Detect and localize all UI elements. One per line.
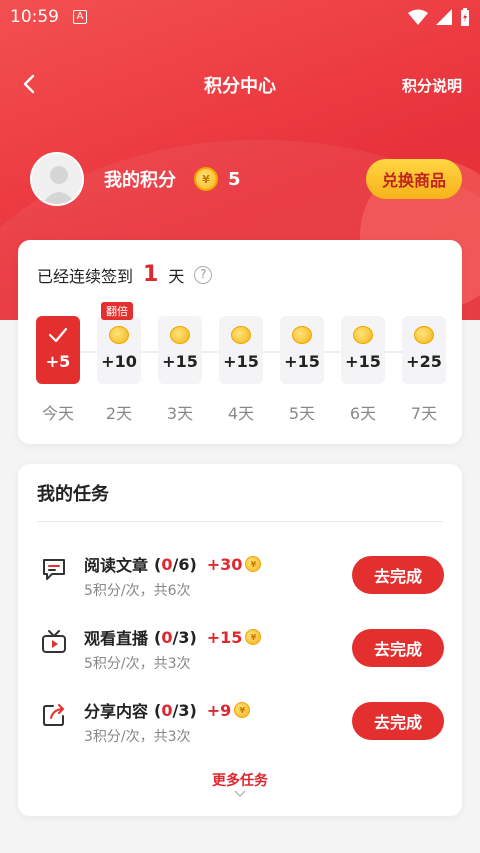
signal-icon <box>436 9 452 25</box>
day-points: +10 <box>101 352 137 371</box>
wifi-icon <box>408 9 428 25</box>
avatar[interactable] <box>30 152 84 206</box>
day-points: +15 <box>162 352 198 371</box>
tasks-title: 我的任务 <box>37 484 109 505</box>
checkin-header: 已经连续签到 1 天 ? <box>37 262 213 287</box>
task-reward: +15 <box>206 627 243 647</box>
coin-icon: ¥ <box>194 167 218 191</box>
notification-icon: A <box>73 10 87 24</box>
day-points: +15 <box>223 352 259 371</box>
coin-stack-icon <box>231 326 251 344</box>
coin-icon: ¥ <box>234 702 251 718</box>
day-box-3[interactable]: +15 <box>158 316 202 384</box>
day-box-5[interactable]: +15 <box>280 316 324 384</box>
user-silhouette-icon <box>32 154 82 204</box>
task-done-count: 0 <box>161 554 173 574</box>
coin-stack-icon <box>414 326 434 344</box>
day-label: 2天 <box>105 404 133 423</box>
share-icon <box>43 704 64 726</box>
task-description: 3积分/次，共3次 <box>84 729 191 745</box>
task-progress: (0/3) <box>154 700 197 720</box>
day-points: +5 <box>45 352 71 371</box>
task-row-watch-live: 观看直播 (0/3) +15 ¥ 5积分/次，共3次 去完成 <box>18 619 462 679</box>
day-points: +15 <box>345 352 381 371</box>
tasks-card: 我的任务 阅读文章 (0/6) +30 ¥ 5积分/次，共6次 去完成 观看直播… <box>18 464 462 816</box>
checkin-days-count: 1 <box>143 262 159 287</box>
coin-stack-icon <box>170 326 190 344</box>
top-nav: 积分中心 积分说明 <box>0 62 480 106</box>
double-badge: 翻倍 <box>101 302 133 320</box>
task-reward: +30 <box>206 554 243 574</box>
task-total: /3 <box>172 700 190 720</box>
more-tasks-link[interactable]: 更多任务 <box>18 770 462 798</box>
day-label: 4天 <box>227 404 255 423</box>
coin-stack-icon <box>292 326 312 344</box>
day-label: 5天 <box>288 404 316 423</box>
day-label: 3天 <box>166 404 194 423</box>
task-reward: +9 <box>206 700 232 720</box>
task-name-line: 分享内容 (0/3) +9 ¥ <box>84 698 251 722</box>
go-complete-button[interactable]: 去完成 <box>352 629 444 667</box>
checkin-card: 已经连续签到 1 天 ? +5 翻倍 +10 +15 +15 +15 +15 +… <box>18 240 462 444</box>
task-row-share-content: 分享内容 (0/3) +9 ¥ 3积分/次，共3次 去完成 <box>18 692 462 752</box>
task-row-read-article: 阅读文章 (0/6) +30 ¥ 5积分/次，共6次 去完成 <box>18 546 462 606</box>
more-tasks-label: 更多任务 <box>212 773 268 789</box>
task-name: 分享内容 <box>84 702 149 721</box>
checkin-suffix: 天 <box>168 266 185 286</box>
task-name-line: 阅读文章 (0/6) +30 ¥ <box>84 552 262 576</box>
checkin-prefix: 已经连续签到 <box>37 266 134 286</box>
coin-stack-icon <box>109 326 129 344</box>
task-total: /3 <box>172 627 190 647</box>
day-box-4[interactable]: +15 <box>219 316 263 384</box>
go-complete-button[interactable]: 去完成 <box>352 556 444 594</box>
coin-icon: ¥ <box>245 629 262 645</box>
day-label: 6天 <box>349 404 377 423</box>
task-description: 5积分/次，共3次 <box>84 656 191 672</box>
task-name: 阅读文章 <box>84 556 149 575</box>
task-total: /6 <box>172 554 190 574</box>
task-progress: (0/6) <box>154 554 197 574</box>
battery-icon <box>461 8 469 26</box>
task-name-line: 观看直播 (0/3) +15 ¥ <box>84 625 262 649</box>
go-complete-button[interactable]: 去完成 <box>352 702 444 740</box>
coin-icon: ¥ <box>245 556 262 572</box>
my-points-label: 我的积分 <box>104 170 176 191</box>
status-time: 10:59 <box>10 7 59 27</box>
task-name: 观看直播 <box>84 629 149 648</box>
checkin-days-row: +5 翻倍 +10 +15 +15 +15 +15 +25 <box>36 302 448 386</box>
tv-icon <box>42 630 66 653</box>
coin-stack-icon <box>353 326 373 344</box>
task-done-count: 0 <box>161 700 173 720</box>
day-box-6[interactable]: +15 <box>341 316 385 384</box>
chevron-down-icon <box>234 790 246 798</box>
points-explain-link[interactable]: 积分说明 <box>402 75 462 96</box>
day-box-today[interactable]: +5 <box>36 316 80 384</box>
status-bar: 10:59 A <box>0 0 480 34</box>
user-points-row: 我的积分 ¥ 5 兑换商品 <box>30 152 462 206</box>
day-points: +15 <box>284 352 320 371</box>
exchange-goods-button[interactable]: 兑换商品 <box>365 159 462 199</box>
message-icon <box>43 559 65 580</box>
day-label: 7天 <box>410 404 438 423</box>
divider <box>37 521 443 522</box>
help-icon[interactable]: ? <box>194 265 213 284</box>
task-description: 5积分/次，共6次 <box>84 583 191 599</box>
task-progress: (0/3) <box>154 627 197 647</box>
day-box-7[interactable]: +25 <box>402 316 446 384</box>
day-points: +25 <box>406 352 442 371</box>
day-label: 今天 <box>41 404 74 423</box>
day-labels: 今天 2天 3天 4天 5天 6天 7天 <box>36 400 448 423</box>
points-value: 5 <box>228 168 241 190</box>
check-icon <box>48 327 68 343</box>
task-done-count: 0 <box>161 627 173 647</box>
status-icons <box>408 8 470 26</box>
day-box-2[interactable]: 翻倍 +10 <box>97 302 141 384</box>
